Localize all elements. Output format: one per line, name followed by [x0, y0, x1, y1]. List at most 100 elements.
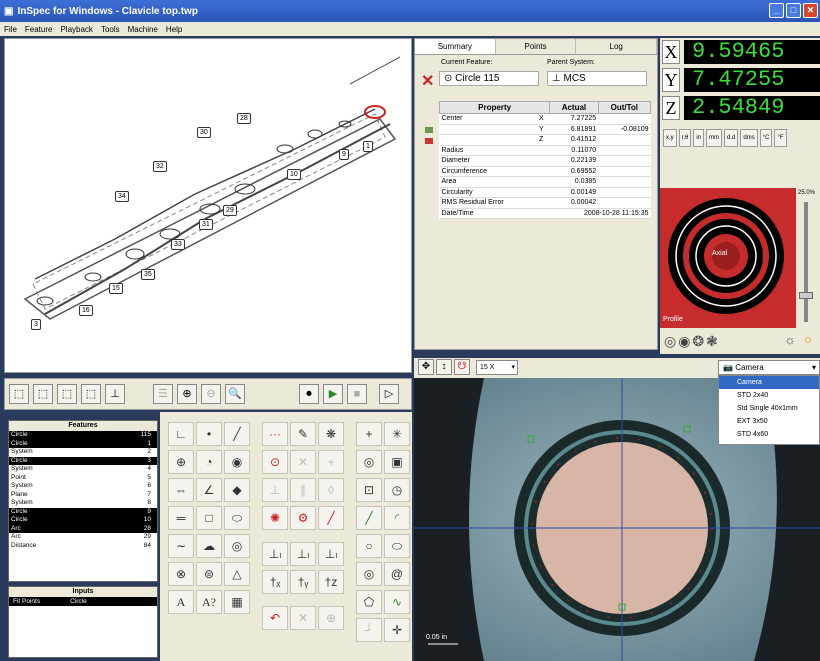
close-button[interactable]: ✕ [803, 3, 818, 18]
dro-axis-x[interactable]: X [662, 40, 680, 64]
slot-tool-icon[interactable]: ⬭ [224, 506, 250, 530]
system-tool-icon[interactable]: ∟ [168, 422, 194, 446]
zoom-fit-icon[interactable]: 🔍 [225, 384, 245, 404]
edge-line-icon[interactable]: ╱ [318, 506, 344, 530]
camera-option[interactable]: STD 2x40 [719, 389, 819, 402]
feature-label[interactable]: 15 [109, 283, 123, 294]
menu-feature[interactable]: Feature [25, 25, 53, 34]
move-icon[interactable]: ✛ [384, 618, 410, 642]
globe-icon[interactable]: ⊕ [318, 606, 344, 630]
ring-icon[interactable]: ◎ [356, 562, 382, 586]
edge-trace-icon[interactable]: ╱ [356, 506, 382, 530]
table-row[interactable]: Y 6.81891 -0.08109 [439, 124, 651, 135]
menu-machine[interactable]: Machine [128, 25, 158, 34]
feature-label[interactable]: 33 [171, 239, 185, 250]
camera-option[interactable]: EXT 3x50 [719, 415, 819, 428]
box-target-icon[interactable]: ⊡ [356, 478, 382, 502]
center-target-icon[interactable]: ⊙ [262, 450, 288, 474]
cylinder-tool-icon[interactable]: ⊜ [196, 562, 222, 586]
table-row[interactable]: RMS Residual Error 0.00042 [439, 197, 651, 209]
feature-row[interactable]: Arc 29 [9, 533, 157, 542]
circle-tool-icon[interactable]: ⊕ [168, 450, 194, 474]
menu-help[interactable]: Help [166, 25, 182, 34]
corner-icon[interactable]: ┘ [356, 618, 382, 642]
dimension-2-icon[interactable]: ⊥ₗ [290, 542, 316, 566]
table-row[interactable]: Z 0.41512 [439, 134, 651, 146]
crosshair-icon[interactable]: + [318, 450, 344, 474]
inch-button[interactable]: in [693, 129, 705, 147]
camera-option[interactable]: Std Single 40x1mm [719, 402, 819, 415]
menu-tools[interactable]: Tools [101, 25, 120, 34]
feature-label[interactable]: 31 [199, 219, 213, 230]
cone-tool-icon[interactable]: △ [224, 562, 250, 586]
star-point-icon[interactable]: ✳ [384, 422, 410, 446]
dro-axis-y[interactable]: Y [662, 68, 680, 92]
tab-summary[interactable]: Summary [415, 39, 496, 54]
table-row[interactable]: Diameter 0.22139 [439, 155, 651, 167]
multi-circle-icon[interactable]: ❋ [318, 422, 344, 446]
tolerance-z-icon[interactable]: †z [318, 570, 344, 594]
view-iso-icon[interactable]: ⬚ [9, 384, 29, 404]
feature-label[interactable]: 1 [363, 141, 373, 152]
tolerance-y-icon[interactable]: †ᵧ [290, 570, 316, 594]
table-row[interactable]: Circumference 0.69552 [439, 166, 651, 177]
feature-row[interactable]: System 6 [9, 482, 157, 491]
add-point-icon[interactable]: + [356, 422, 382, 446]
zoom-out-icon[interactable]: ⊖ [201, 384, 221, 404]
axis-system-icon[interactable]: ⊥ [105, 384, 125, 404]
feature-label[interactable]: 9 [339, 149, 349, 160]
feature-row[interactable]: System 8 [9, 499, 157, 508]
dimension-3-icon[interactable]: ⊥ₗ [318, 542, 344, 566]
dotted-line-icon[interactable]: ··· [262, 422, 288, 446]
redo-icon[interactable]: ✕ [290, 606, 316, 630]
feature-row[interactable]: Arc 28 [9, 524, 157, 533]
feature-row[interactable]: Point 5 [9, 474, 157, 483]
minimize-button[interactable]: _ [769, 3, 784, 18]
light-mode-icons[interactable]: ◎◉❂❃ [664, 332, 720, 350]
pan-icon[interactable]: ✥ [418, 359, 434, 375]
feature-row[interactable]: System 4 [9, 465, 157, 474]
point-tool-icon[interactable]: • [196, 422, 222, 446]
polar-button[interactable]: r,θ [678, 129, 692, 147]
dms-button[interactable]: dms [740, 129, 758, 147]
feature-row[interactable]: Circle 9 [9, 507, 157, 516]
inputs-panel[interactable]: Inputs Fit Points Circle [8, 586, 158, 658]
feature-label[interactable]: 10 [287, 169, 301, 180]
step-icon[interactable]: ▷ [379, 384, 399, 404]
edge-circle-icon[interactable]: ✺ [262, 506, 288, 530]
features-list[interactable]: Features Circle 115 Circle 1 System 2 Circle 3 S… [8, 420, 158, 582]
parallel-tool-icon[interactable]: ═ [168, 506, 194, 530]
view-top-icon[interactable]: ⬚ [81, 384, 101, 404]
arc-trace-icon[interactable]: ◜ [384, 506, 410, 530]
shape-outline-icon[interactable]: ⬠ [356, 590, 382, 614]
feature-row[interactable]: Circle 115 [9, 431, 157, 440]
feature-label[interactable]: 28 [237, 113, 251, 124]
fahrenheit-button[interactable]: °F [774, 129, 787, 147]
distance-tool-icon[interactable]: ⇔ [168, 478, 194, 502]
line-tool-icon[interactable]: ╱ [224, 422, 250, 446]
current-feature-field[interactable]: ⊙ Circle 115 [439, 71, 539, 86]
zoom-select[interactable]: 15 X ▾ [476, 360, 518, 375]
feature-row[interactable]: Circle 10 [9, 516, 157, 525]
perpendicular-icon[interactable]: ⊥ [262, 478, 288, 502]
table-row[interactable]: Circularity 0.00149 [439, 187, 651, 198]
focus-icon[interactable]: ◎ [356, 450, 382, 474]
ellipse-tool-icon[interactable]: ◉ [224, 450, 250, 474]
stop-icon[interactable]: ■ [347, 384, 367, 404]
feature-label[interactable]: 35 [141, 269, 155, 280]
play-icon[interactable]: ▶ [323, 384, 343, 404]
feature-row[interactable]: Circle 1 [9, 439, 157, 448]
decimal-degrees-button[interactable]: d.d [724, 129, 739, 147]
sun-icon[interactable]: ☼ [784, 332, 796, 347]
clock-icon[interactable]: ◷ [384, 478, 410, 502]
part-drawing-view[interactable]: 30 28 32 9 1 34 10 29 31 33 35 15 16 3 [4, 38, 412, 373]
table-row[interactable]: Center X 7.27225 [439, 113, 651, 125]
blob-tool-icon[interactable]: ☁ [196, 534, 222, 558]
table-row[interactable]: Area 0.0385 [439, 176, 651, 188]
delete-feature-icon[interactable]: ✕ [421, 71, 434, 91]
feature-row[interactable]: Plane 7 [9, 491, 157, 500]
feature-row[interactable]: System 2 [9, 448, 157, 457]
torus-tool-icon[interactable]: ◎ [224, 534, 250, 558]
feature-label[interactable]: 34 [115, 191, 129, 202]
feature-label[interactable]: 29 [223, 205, 237, 216]
